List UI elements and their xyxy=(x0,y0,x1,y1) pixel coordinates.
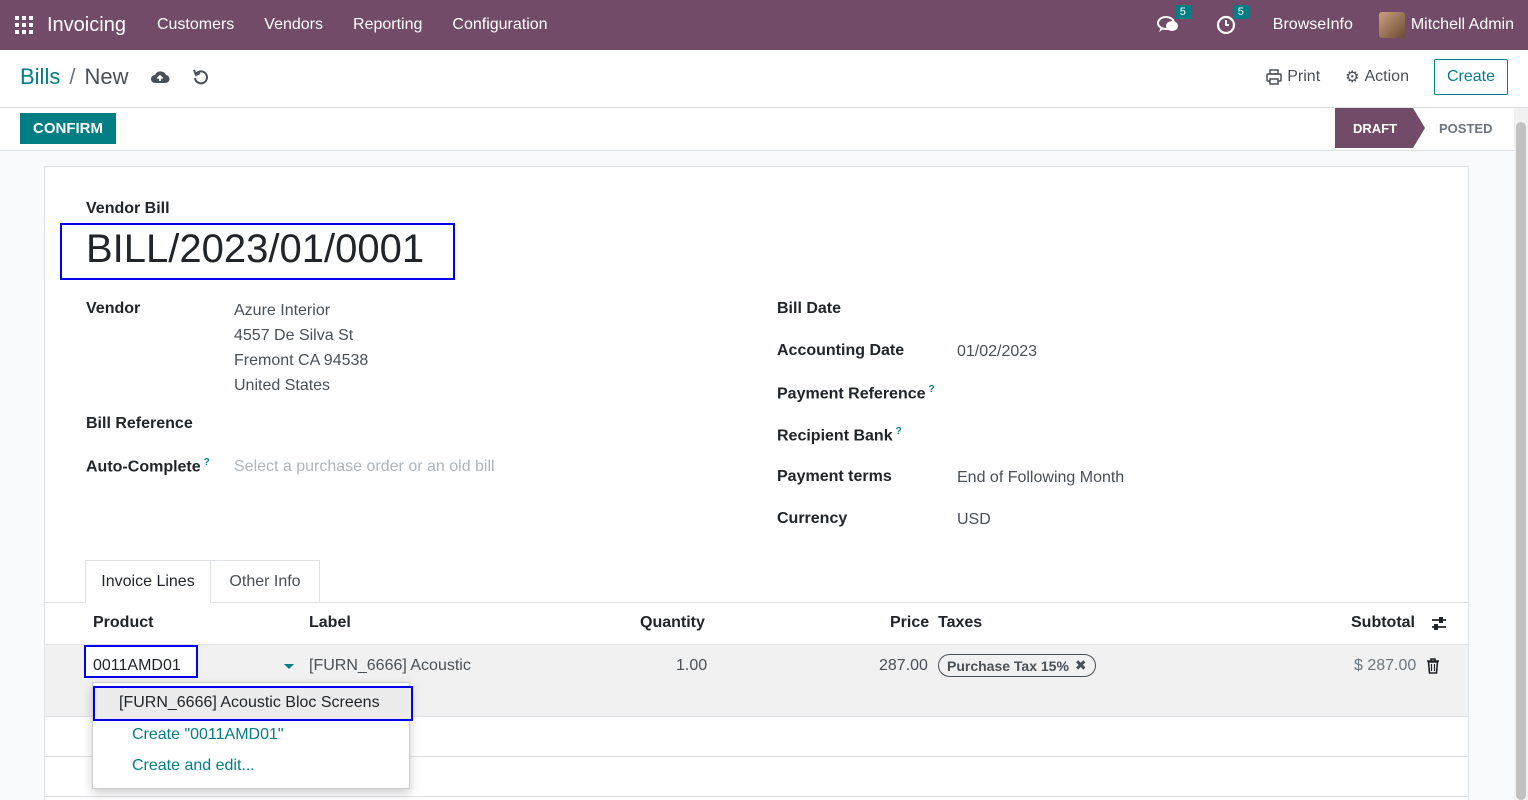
breadcrumb-current: New xyxy=(84,64,129,89)
sliders-icon xyxy=(1432,617,1446,630)
currency-label: Currency xyxy=(777,510,848,527)
status-bar: CONFIRM DRAFT POSTED xyxy=(0,108,1514,151)
product-input[interactable]: 0011AMD01 xyxy=(93,657,181,675)
dropdown-create-and-edit-option[interactable]: Create and edit... xyxy=(132,757,255,775)
col-quantity[interactable]: Quantity xyxy=(640,614,705,632)
line-label[interactable]: [FURN_6666] Acoustic xyxy=(309,657,471,675)
print-label: Print xyxy=(1287,68,1321,85)
notebook-tabs: Invoice Lines Other Info xyxy=(45,560,1468,603)
bill-reference-label: Bill Reference xyxy=(86,415,193,432)
dropdown-create-option[interactable]: Create "0011AMD01" xyxy=(132,726,284,744)
print-icon xyxy=(1266,69,1282,85)
breadcrumb-bills-link[interactable]: Bills xyxy=(20,64,60,90)
breadcrumb: Bills / New xyxy=(20,64,210,90)
col-taxes[interactable]: Taxes xyxy=(938,614,982,632)
payment-reference-text: Payment Reference xyxy=(777,385,926,403)
recipient-bank-help-icon[interactable]: ? xyxy=(896,426,902,437)
cloud-upload-icon xyxy=(151,71,171,84)
vendor-country: United States xyxy=(234,377,331,394)
currency-field[interactable]: USD xyxy=(957,511,991,529)
auto-complete-label: Auto-Complete? xyxy=(86,457,210,476)
accounting-date-label: Accounting Date xyxy=(777,342,905,359)
apps-menu-icon[interactable] xyxy=(15,16,33,34)
delete-line-button[interactable] xyxy=(1426,658,1440,679)
print-button[interactable]: Print xyxy=(1266,68,1320,86)
accounting-date-field[interactable]: 01/02/2023 xyxy=(957,343,1037,361)
undo-icon xyxy=(193,69,209,85)
vendor-label: Vendor xyxy=(86,300,141,317)
auto-complete-input[interactable]: Select a purchase order or an old bill xyxy=(234,458,495,476)
activities-button[interactable]: 5 xyxy=(1215,5,1249,36)
payment-reference-label: Payment Reference? xyxy=(777,384,935,403)
action-label: Action xyxy=(1364,68,1409,85)
recipient-bank-label: Recipient Bank? xyxy=(777,426,902,445)
col-price[interactable]: Price xyxy=(890,614,929,632)
top-navbar: Invoicing Customers Vendors Reporting Co… xyxy=(0,0,1528,50)
vendor-name: Azure Interior xyxy=(234,302,331,319)
messages-badge: 5 xyxy=(1174,5,1191,19)
vendor-bill-label: Vendor Bill xyxy=(86,200,170,217)
recipient-bank-text: Recipient Bank xyxy=(777,427,893,445)
activities-badge: 5 xyxy=(1232,5,1249,19)
tab-other-info[interactable]: Other Info xyxy=(211,560,320,603)
action-button[interactable]: ⚙ Action xyxy=(1345,67,1409,87)
remove-tax-icon[interactable]: ✖ xyxy=(1075,657,1087,674)
stage-draft[interactable]: DRAFT xyxy=(1335,108,1425,148)
trash-icon xyxy=(1427,658,1439,674)
page-scrollbar[interactable] xyxy=(1514,108,1528,800)
tab-invoice-lines[interactable]: Invoice Lines xyxy=(85,560,211,603)
col-subtotal[interactable]: Subtotal xyxy=(1351,614,1415,632)
menu-configuration[interactable]: Configuration xyxy=(437,16,562,34)
confirm-button[interactable]: CONFIRM xyxy=(20,113,116,144)
payment-terms-field[interactable]: End of Following Month xyxy=(957,469,1124,487)
save-button[interactable] xyxy=(150,69,171,85)
payment-reference-help-icon[interactable]: ? xyxy=(929,384,935,395)
gear-icon: ⚙ xyxy=(1345,69,1360,86)
chevron-down-icon[interactable] xyxy=(284,664,294,669)
dropdown-option-acoustic-bloc-screens[interactable]: [FURN_6666] Acoustic Bloc Screens xyxy=(119,694,380,712)
tax-tag: Purchase Tax 15% ✖ xyxy=(938,654,1096,677)
auto-complete-text: Auto-Complete xyxy=(86,458,201,476)
bill-date-label: Bill Date xyxy=(777,300,842,317)
col-product[interactable]: Product xyxy=(93,614,153,632)
stage-posted[interactable]: POSTED xyxy=(1425,108,1515,148)
vendor-city: Fremont CA 94538 xyxy=(234,352,369,369)
messages-button[interactable]: 5 xyxy=(1156,5,1191,36)
auto-complete-help-icon[interactable]: ? xyxy=(204,457,210,468)
tax-tag-label: Purchase Tax 15% xyxy=(947,657,1069,674)
line-price[interactable]: 287.00 xyxy=(879,657,928,675)
discard-button[interactable] xyxy=(192,68,210,86)
user-menu[interactable]: Mitchell Admin xyxy=(1411,16,1514,34)
col-label[interactable]: Label xyxy=(309,614,351,632)
line-subtotal: $ 287.00 xyxy=(1354,657,1417,674)
vendor-field[interactable]: Azure Interior 4557 De Silva St Fremont … xyxy=(234,298,368,398)
line-quantity[interactable]: 1.00 xyxy=(676,657,707,675)
control-panel: Bills / New Print ⚙ Action Create xyxy=(0,50,1528,108)
breadcrumb-separator: / xyxy=(69,64,76,89)
scroll-thumb[interactable] xyxy=(1516,122,1526,800)
bill-number: BILL/2023/01/0001 xyxy=(86,227,425,271)
create-button[interactable]: Create xyxy=(1433,59,1508,95)
payment-terms-label: Payment terms xyxy=(777,468,892,485)
avatar[interactable] xyxy=(1378,12,1405,38)
optional-columns-toggle[interactable] xyxy=(1430,615,1448,638)
product-autocomplete-dropdown: [FURN_6666] Acoustic Bloc Screens Create… xyxy=(92,682,413,789)
invoice-lines-header: Product Label Quantity Price Taxes Subto… xyxy=(45,603,1468,645)
vendor-street: 4557 De Silva St xyxy=(234,327,354,344)
app-name[interactable]: Invoicing xyxy=(47,14,126,37)
menu-vendors[interactable]: Vendors xyxy=(249,16,338,34)
company-switcher[interactable]: BrowseInfo xyxy=(1273,16,1353,34)
menu-reporting[interactable]: Reporting xyxy=(338,16,437,34)
menu-customers[interactable]: Customers xyxy=(142,16,249,34)
